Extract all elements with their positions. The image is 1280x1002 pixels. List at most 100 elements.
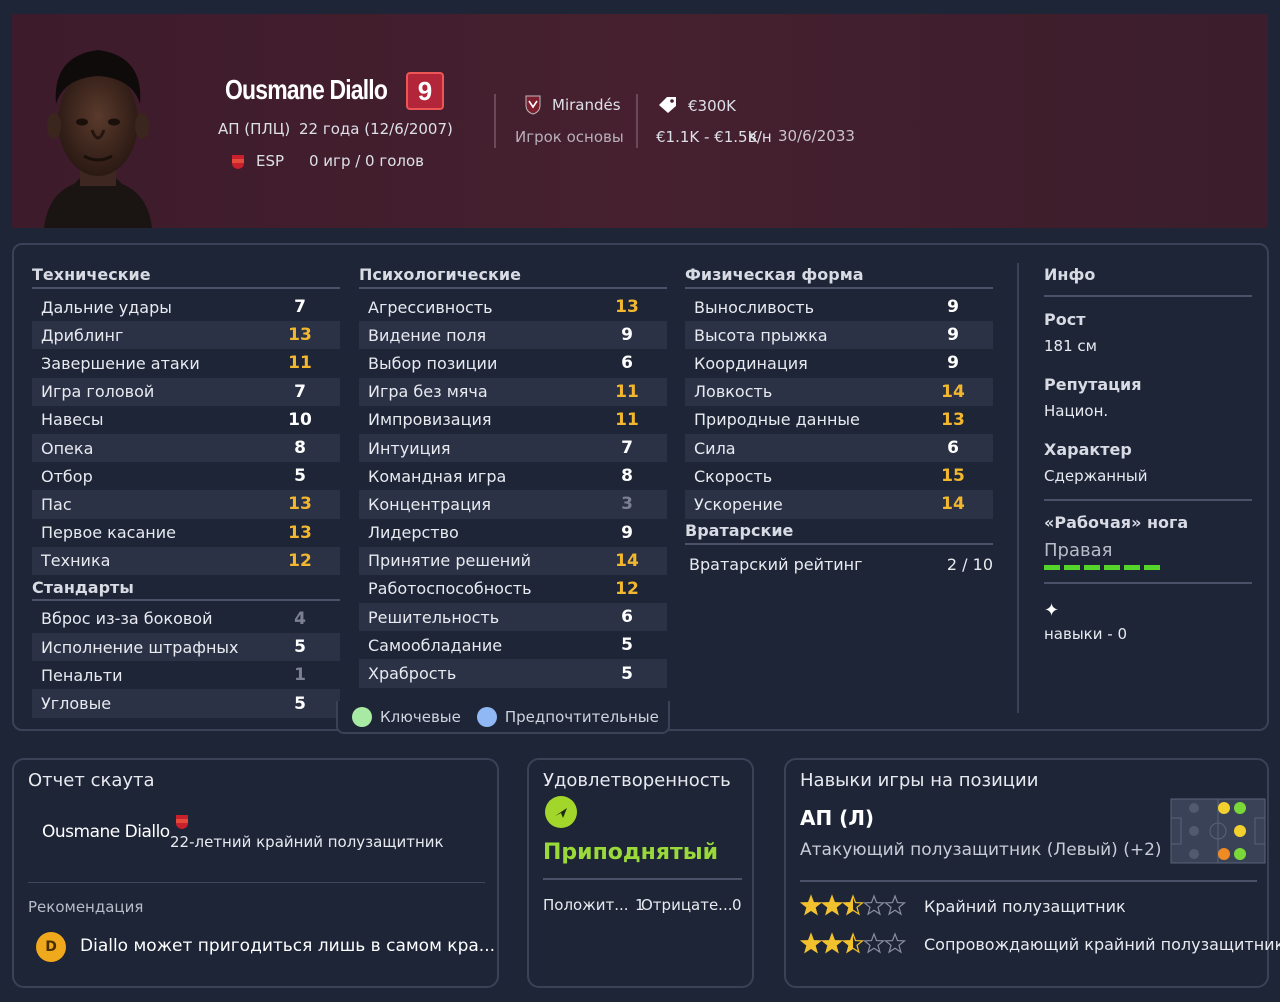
wage-range: €1.1K - €1.5K xyxy=(656,128,758,146)
attribute-value: 8 xyxy=(621,466,633,487)
attribute-value: 4 xyxy=(294,608,306,629)
attribute-label: Храбрость xyxy=(368,664,457,684)
attribute-row[interactable]: Интуиция 7 xyxy=(359,433,667,463)
role-label[interactable]: Крайний полузащитник xyxy=(924,897,1126,916)
international-caps: 0 игр / 0 голов xyxy=(309,152,425,170)
attribute-row[interactable]: Пенальти 1 xyxy=(32,661,340,689)
attribute-row[interactable]: Импровизация 11 xyxy=(359,406,667,434)
attribute-row[interactable]: Опека 8 xyxy=(32,433,340,463)
foot-strength-bar xyxy=(1044,565,1160,570)
role-star-rating xyxy=(799,894,910,922)
attribute-value: 8 xyxy=(294,438,306,459)
attribute-value: 12 xyxy=(615,578,639,599)
negative-label[interactable]: Отрицате... xyxy=(641,896,733,914)
attribute-row[interactable]: Исполнение штрафных 5 xyxy=(32,633,340,662)
attribute-value: 14 xyxy=(941,381,965,402)
attribute-row[interactable]: Лидерство 9 xyxy=(359,519,667,547)
attribute-row[interactable]: Игра головой 7 xyxy=(32,377,340,406)
attribute-row[interactable]: Природные данные 13 xyxy=(685,406,993,434)
attribute-row[interactable]: Ловкость 14 xyxy=(685,377,993,406)
attribute-row[interactable]: Координация 9 xyxy=(685,349,993,377)
transfer-value: €300K xyxy=(688,97,737,115)
attribute-value: 13 xyxy=(288,325,312,346)
attribute-row[interactable]: Игра без мяча 11 xyxy=(359,377,667,406)
attribute-row[interactable]: Завершение атаки 11 xyxy=(32,349,340,377)
attribute-row[interactable]: Работоспособность 12 xyxy=(359,575,667,603)
physical-list: Выносливость 9 Высота прыжка 9 Координация 9 Л… xyxy=(685,293,993,519)
attribute-row[interactable]: Храбрость 5 xyxy=(359,659,667,688)
attribute-value: 9 xyxy=(947,297,959,318)
recommendation-grade-badge: D xyxy=(36,932,66,962)
attribute-label: Ускорение xyxy=(694,494,783,514)
attribute-row[interactable]: Пас 13 xyxy=(32,490,340,519)
attribute-value: 9 xyxy=(621,325,633,346)
attribute-row[interactable]: Агрессивность 13 xyxy=(359,293,667,321)
key-attributes-dot-icon xyxy=(352,706,372,727)
preferred-attributes-label[interactable]: Предпочтительные xyxy=(505,708,659,726)
attribute-value: 13 xyxy=(288,494,312,515)
attribute-label: Навесы xyxy=(41,410,104,430)
attribute-row[interactable]: Видение поля 9 xyxy=(359,321,667,350)
attribute-row[interactable]: Скорость 15 xyxy=(685,462,993,490)
personality-label: Характер xyxy=(1044,440,1132,459)
height-value: 181 см xyxy=(1044,337,1097,355)
player-header: Ousmane Diallo 9 АП (ПЛЦ) 22 года (12/6/… xyxy=(12,14,1268,228)
attribute-row[interactable]: Высота прыжка 9 xyxy=(685,321,993,350)
role-label[interactable]: Сопровождающий крайний полузащитник xyxy=(924,935,1280,954)
attribute-value: 11 xyxy=(288,353,312,374)
attribute-value: 9 xyxy=(947,353,959,374)
happiness-card[interactable]: Удовлетворенность Приподнятый Положит...… xyxy=(527,758,754,988)
attribute-row[interactable]: Самообладание 5 xyxy=(359,631,667,659)
attribute-label: Отбор xyxy=(41,466,93,486)
attribute-label: Пас xyxy=(41,494,72,514)
attribute-label: Командная игра xyxy=(368,466,507,486)
attribute-value: 13 xyxy=(615,297,639,318)
scout-separator xyxy=(28,882,485,883)
positive-label[interactable]: Положит... xyxy=(543,896,629,914)
attribute-value: 5 xyxy=(621,635,633,656)
recommendation-label: Рекомендация xyxy=(28,898,144,916)
key-attributes-label[interactable]: Ключевые xyxy=(380,708,461,726)
attribute-row[interactable]: Сила 6 xyxy=(685,433,993,463)
gk-rating-value: 2 / 10 xyxy=(946,554,993,574)
attribute-value: 6 xyxy=(621,353,633,374)
skills-count[interactable]: навыки - 0 xyxy=(1044,625,1252,643)
personality-value: Сдержанный xyxy=(1044,467,1252,501)
attribute-row[interactable]: Вброс из-за боковой 4 xyxy=(32,605,340,633)
preferred-foot-value: Правая xyxy=(1044,540,1113,561)
attribute-row[interactable]: Дриблинг 13 xyxy=(32,321,340,350)
attribute-row[interactable]: Отбор 5 xyxy=(32,462,340,490)
attribute-label: Угловые xyxy=(41,694,112,714)
nationality-code[interactable]: ESP xyxy=(256,152,284,170)
attribute-row[interactable]: Ускорение 14 xyxy=(685,490,993,519)
attribute-row[interactable]: Командная игра 8 xyxy=(359,462,667,490)
gk-rating-row[interactable]: Вратарский рейтинг 2 / 10 xyxy=(685,545,993,574)
pitch-positions-map[interactable] xyxy=(1170,798,1266,864)
attribute-row[interactable]: Выносливость 9 xyxy=(685,293,993,321)
goalkeeping-title: Вратарские xyxy=(685,519,993,545)
gk-rating-label: Вратарский рейтинг xyxy=(689,554,863,574)
attribute-row[interactable]: Выбор позиции 6 xyxy=(359,349,667,377)
attribute-row[interactable]: Угловые 5 xyxy=(32,689,340,718)
player-position: АП (ПЛЦ) xyxy=(218,120,291,138)
position-ability-card[interactable]: Навыки игры на позиции АП (Л) Атакующий … xyxy=(784,758,1280,988)
attribute-row[interactable]: Дальние удары 7 xyxy=(32,293,340,321)
attribute-row[interactable]: Концентрация 3 xyxy=(359,490,667,519)
attributes-panel: Технические Дальние удары 7 Дриблинг 13 Заве… xyxy=(12,243,1269,731)
attribute-value: 9 xyxy=(621,522,633,543)
info-title: Инфо xyxy=(1044,263,1252,297)
mental-list: Агрессивность 13 Видение поля 9 Выбор позици… xyxy=(359,293,667,688)
scout-report-card[interactable]: Отчет скаута Ousmane Diallo 22-летний кр… xyxy=(12,758,499,988)
attribute-row[interactable]: Первое касание 13 xyxy=(32,519,340,547)
player-age: 22 года (12/6/2007) xyxy=(299,120,453,138)
info-column: Инфо Рост 181 см Репутация Национ. Харак… xyxy=(1044,263,1252,643)
attribute-row[interactable]: Техника 12 xyxy=(32,546,340,575)
attribute-label: Дальние удары xyxy=(41,297,172,317)
club-name[interactable]: Mirandés xyxy=(552,96,621,114)
attribute-row[interactable]: Навесы 10 xyxy=(32,406,340,434)
attribute-label: Самообладание xyxy=(368,635,503,655)
attribute-row[interactable]: Решительность 6 xyxy=(359,603,667,632)
attribute-label: Видение поля xyxy=(368,325,487,345)
attribute-label: Координация xyxy=(694,353,808,373)
attribute-row[interactable]: Принятие решений 14 xyxy=(359,546,667,575)
